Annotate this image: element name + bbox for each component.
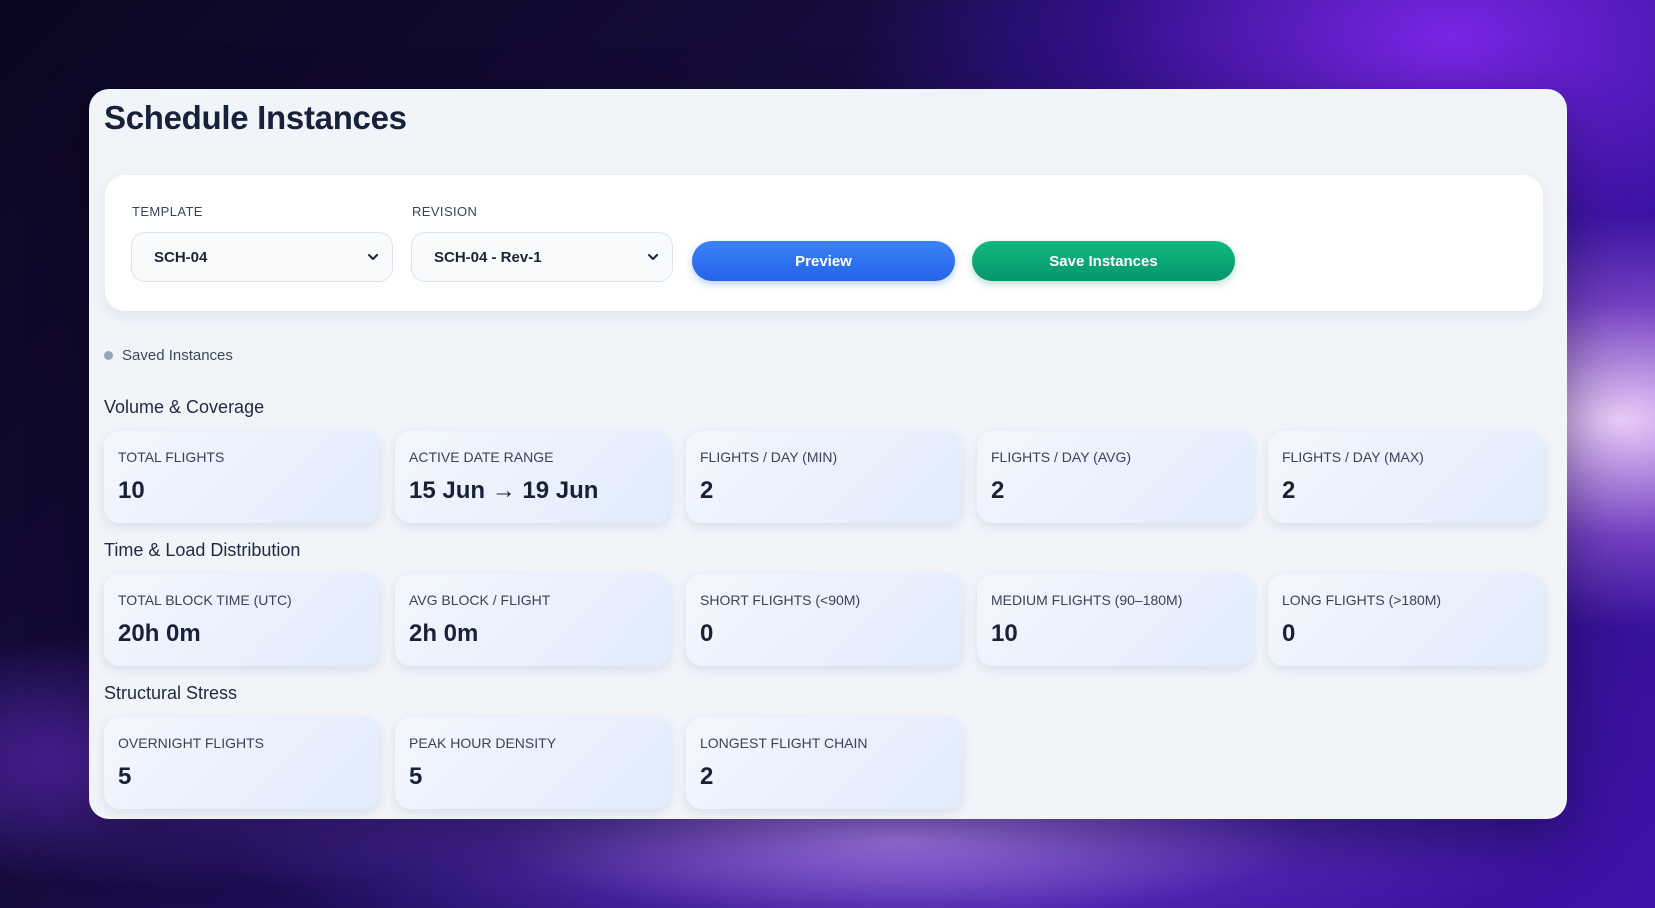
revision-select[interactable]: SCH-04 - Rev-1: [411, 232, 673, 282]
metric-value: 2: [991, 477, 1005, 504]
metric-value: 5: [118, 763, 132, 790]
metric-card-flights-per-day-max: FLIGHTS / DAY (MAX) 2: [1268, 431, 1544, 523]
metric-card-active-date-range: ACTIVE DATE RANGE 15 Jun → 19 Jun: [395, 431, 671, 523]
save-instances-button[interactable]: Save Instances: [972, 241, 1235, 281]
section-title-time-load-distribution: Time & Load Distribution: [104, 540, 301, 560]
metric-card-overnight-flights: OVERNIGHT FLIGHTS 5: [104, 717, 380, 809]
metric-label: MEDIUM FLIGHTS (90–180M): [991, 592, 1183, 608]
metric-card-flights-per-day-avg: FLIGHTS / DAY (AVG) 2: [977, 431, 1253, 523]
template-select[interactable]: SCH-04: [131, 232, 393, 282]
preview-button[interactable]: Preview: [692, 241, 955, 281]
section-title-volume-coverage: Volume & Coverage: [104, 397, 265, 417]
metric-card-long-flights: LONG FLIGHTS (>180M) 0: [1268, 574, 1544, 666]
status-indicator: Saved Instances: [104, 347, 233, 364]
metric-label: PEAK HOUR DENSITY: [409, 735, 557, 751]
metric-label: LONGEST FLIGHT CHAIN: [700, 735, 868, 751]
metric-value: 0: [1282, 620, 1296, 647]
chevron-down-icon: [368, 254, 378, 260]
status-text: Saved Instances: [122, 347, 233, 364]
revision-select-value: SCH-04 - Rev-1: [434, 248, 542, 266]
metric-card-total-flights: TOTAL FLIGHTS 10: [104, 431, 380, 523]
metric-value: 5: [409, 763, 423, 790]
metric-card-short-flights: SHORT FLIGHTS (<90M) 0: [686, 574, 962, 666]
metric-label: OVERNIGHT FLIGHTS: [118, 735, 264, 751]
metric-value: 15 Jun → 19 Jun: [409, 477, 599, 504]
metrics-row-structural-stress: OVERNIGHT FLIGHTS 5 PEAK HOUR DENSITY 5 …: [104, 717, 962, 809]
metric-value: 2: [700, 477, 714, 504]
metric-value: 2: [700, 763, 714, 790]
metric-label: TOTAL BLOCK TIME (UTC): [118, 592, 292, 608]
metric-label: TOTAL FLIGHTS: [118, 449, 225, 465]
metric-value: 10: [991, 620, 1018, 647]
metric-value: 10: [118, 477, 145, 504]
metric-card-total-block-time: TOTAL BLOCK TIME (UTC) 20h 0m: [104, 574, 380, 666]
metric-label: FLIGHTS / DAY (AVG): [991, 449, 1132, 465]
metric-value: 0: [700, 620, 714, 647]
metric-value: 2h 0m: [409, 620, 479, 647]
metric-card-medium-flights: MEDIUM FLIGHTS (90–180M) 10: [977, 574, 1253, 666]
controls-panel: TEMPLATE SCH-04 REVISION SCH-04 - Rev-1 …: [105, 175, 1543, 311]
status-dot-icon: [104, 351, 113, 360]
metric-card-flights-per-day-min: FLIGHTS / DAY (MIN) 2: [686, 431, 962, 523]
template-label: TEMPLATE: [132, 204, 203, 219]
metric-label: AVG BLOCK / FLIGHT: [409, 592, 551, 608]
metric-value: 2: [1282, 477, 1296, 504]
metric-label: ACTIVE DATE RANGE: [409, 449, 554, 465]
metric-label: SHORT FLIGHTS (<90M): [700, 592, 861, 608]
app-window: Schedule Instances TEMPLATE SCH-04 REVIS…: [89, 89, 1567, 819]
metrics-row-volume-coverage: TOTAL FLIGHTS 10 ACTIVE DATE RANGE 15 Ju…: [104, 431, 1544, 523]
metric-label: FLIGHTS / DAY (MIN): [700, 449, 838, 465]
metrics-row-time-load-distribution: TOTAL BLOCK TIME (UTC) 20h 0m AVG BLOCK …: [104, 574, 1544, 666]
metric-value: 20h 0m: [118, 620, 201, 647]
page-title: Schedule Instances: [104, 99, 407, 136]
template-select-value: SCH-04: [154, 248, 208, 266]
metric-card-avg-block-per-flight: AVG BLOCK / FLIGHT 2h 0m: [395, 574, 671, 666]
revision-label: REVISION: [412, 204, 478, 219]
metric-card-peak-hour-density: PEAK HOUR DENSITY 5: [395, 717, 671, 809]
chevron-down-icon: [648, 254, 658, 260]
metric-label: LONG FLIGHTS (>180M): [1282, 592, 1442, 608]
metric-card-longest-flight-chain: LONGEST FLIGHT CHAIN 2: [686, 717, 962, 809]
metric-label: FLIGHTS / DAY (MAX): [1282, 449, 1424, 465]
section-title-structural-stress: Structural Stress: [104, 683, 238, 703]
